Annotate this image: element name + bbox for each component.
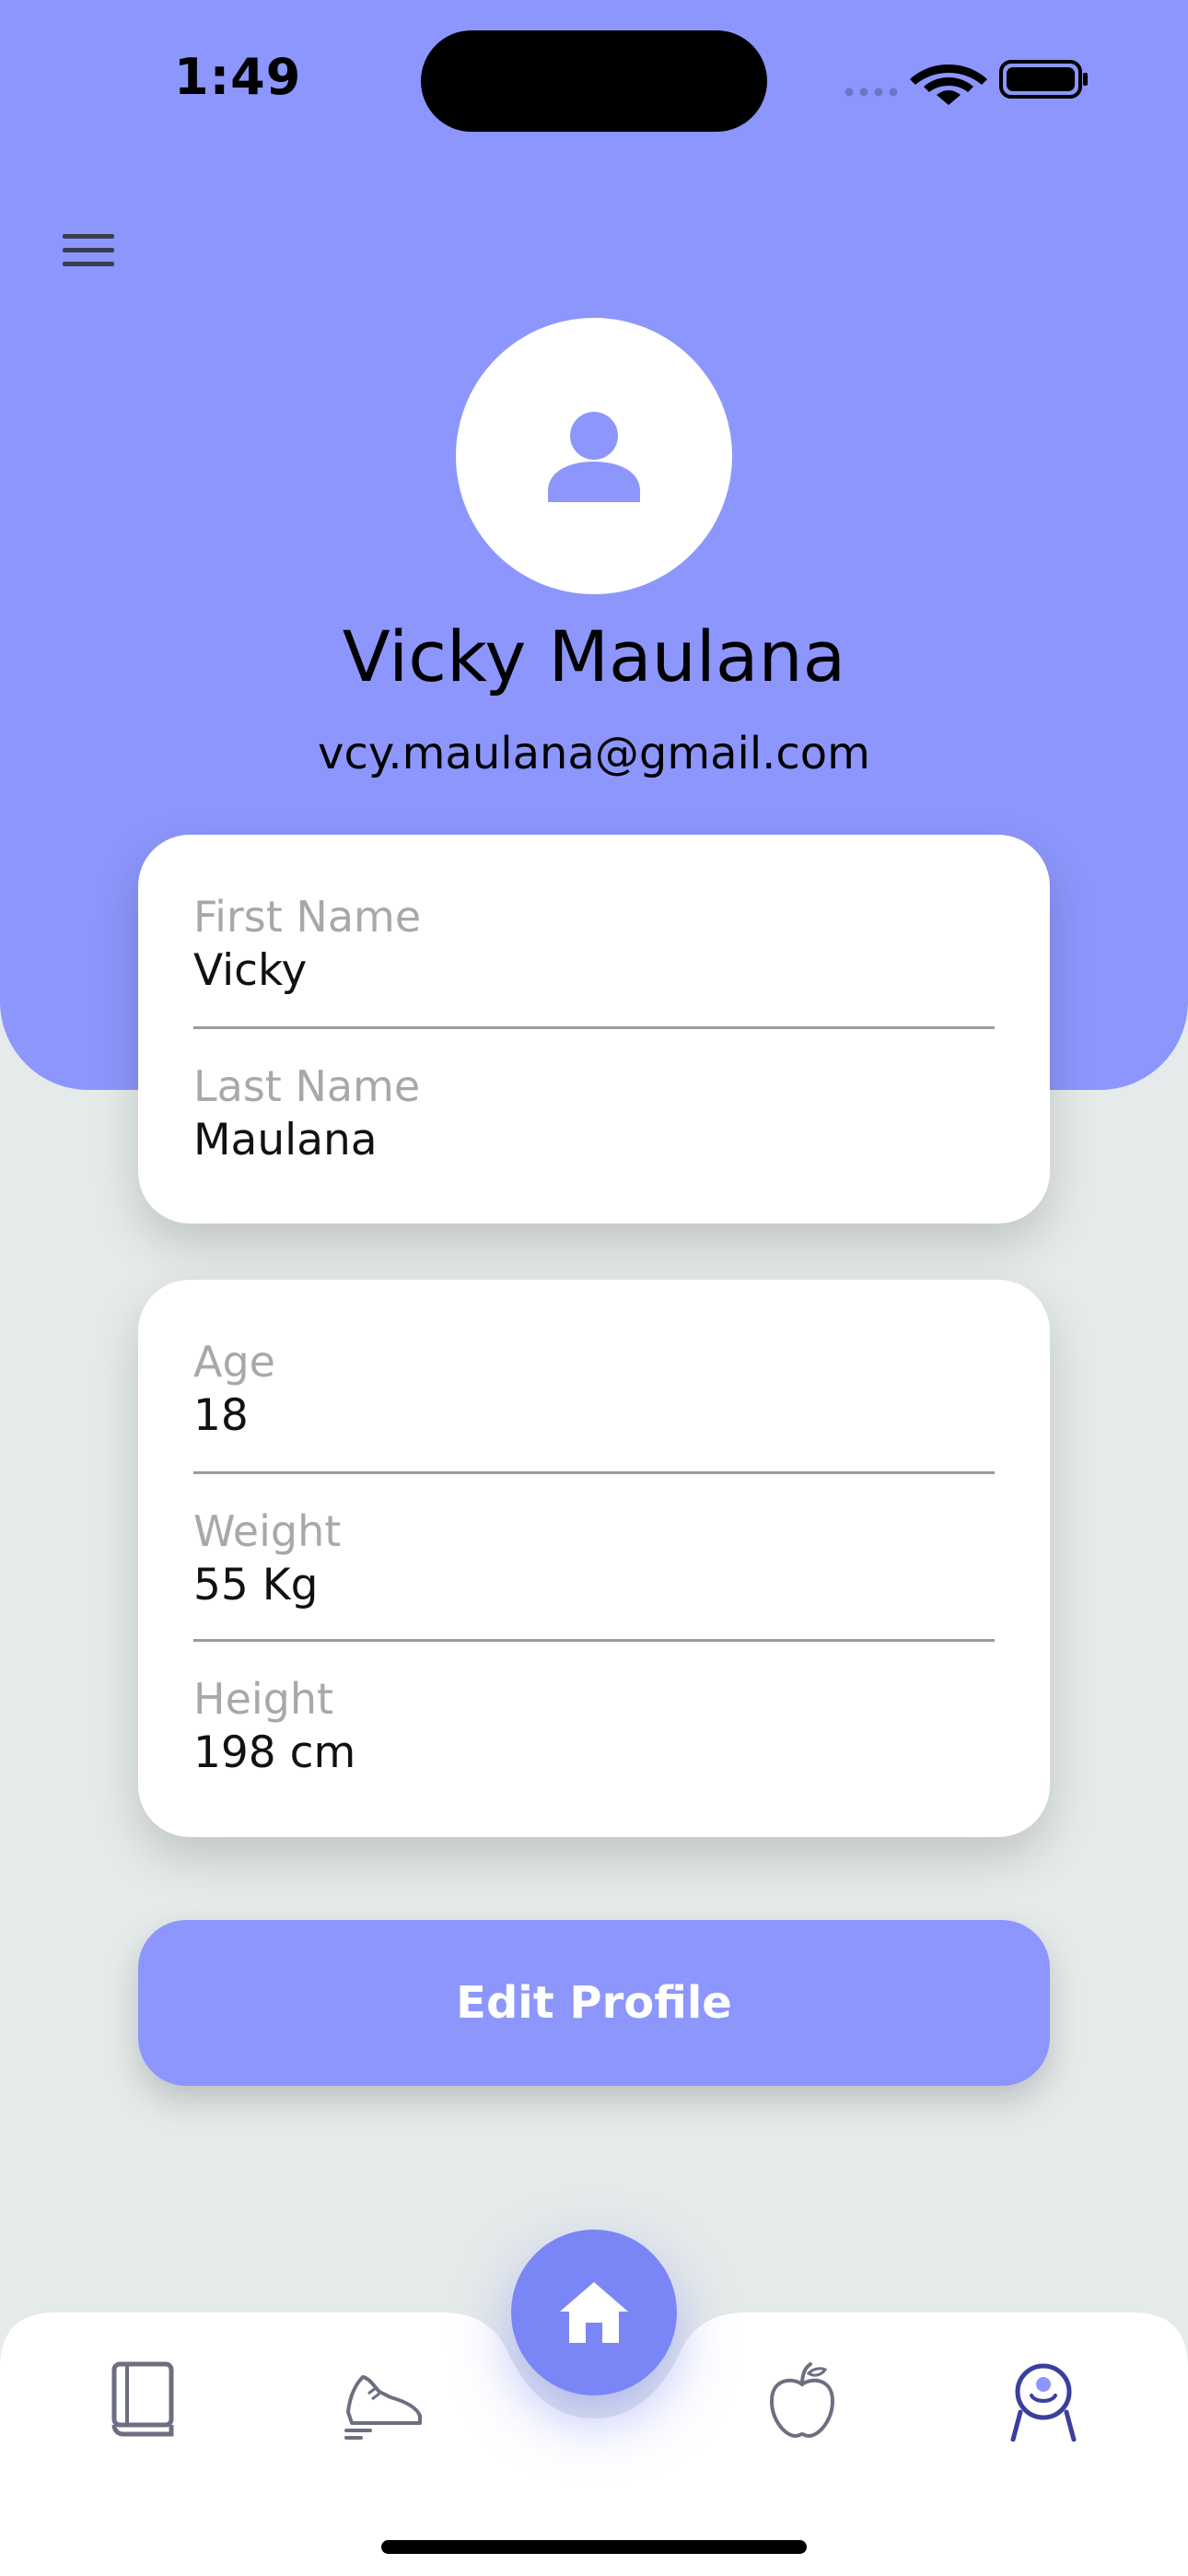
- height-field[interactable]: Height 198 cm: [193, 1678, 995, 1774]
- weight-field[interactable]: Weight 55 Kg: [193, 1510, 995, 1607]
- person-icon: [548, 412, 640, 502]
- status-icons: [840, 55, 1089, 105]
- name-card: First Name Vicky Last Name Maulana: [138, 835, 1050, 1224]
- last-name-value: Maulana: [193, 1115, 378, 1165]
- height-value: 198 cm: [193, 1727, 356, 1778]
- weight-label: Weight: [193, 1506, 342, 1556]
- first-name-label: First Name: [193, 892, 422, 942]
- divider: [193, 1026, 995, 1029]
- book-icon: [111, 2361, 174, 2437]
- first-name-value: Vicky: [193, 945, 308, 996]
- weight-value: 55 Kg: [193, 1560, 319, 1610]
- height-label: Height: [193, 1674, 334, 1724]
- hamburger-icon: [63, 234, 114, 266]
- nav-profile[interactable]: [1002, 2359, 1085, 2442]
- age-field[interactable]: Age 18: [193, 1341, 995, 1437]
- nav-activity[interactable]: [343, 2359, 425, 2441]
- profile-icon: [1010, 2363, 1077, 2442]
- nav-nutrition[interactable]: [761, 2359, 844, 2441]
- wifi-icon: [910, 64, 987, 105]
- nav-home[interactable]: [511, 2230, 677, 2395]
- divider: [193, 1639, 995, 1642]
- status-time: 1:49: [174, 48, 302, 106]
- signal-icon: [844, 88, 898, 97]
- last-name-field[interactable]: Last Name Maulana: [193, 1065, 995, 1162]
- last-name-label: Last Name: [193, 1061, 421, 1111]
- home-icon: [560, 2282, 628, 2343]
- age-value: 18: [193, 1390, 249, 1441]
- profile-email: vcy.maulana@gmail.com: [318, 728, 870, 779]
- menu-button[interactable]: [55, 221, 125, 276]
- battery-icon: [999, 60, 1088, 99]
- home-indicator: [381, 2540, 807, 2554]
- nav-book[interactable]: [101, 2359, 184, 2441]
- first-name-field[interactable]: First Name Vicky: [193, 896, 995, 992]
- sneaker-icon: [344, 2375, 422, 2440]
- dynamic-island: [421, 30, 767, 132]
- age-label: Age: [193, 1337, 275, 1387]
- edit-profile-button[interactable]: Edit Profile: [138, 1920, 1050, 2086]
- body-metrics-card: Age 18 Weight 55 Kg Height 198 cm: [138, 1280, 1050, 1837]
- profile-name: Vicky Maulana: [342, 615, 846, 697]
- divider: [193, 1471, 995, 1474]
- apple-icon: [769, 2362, 835, 2439]
- avatar[interactable]: [456, 318, 732, 594]
